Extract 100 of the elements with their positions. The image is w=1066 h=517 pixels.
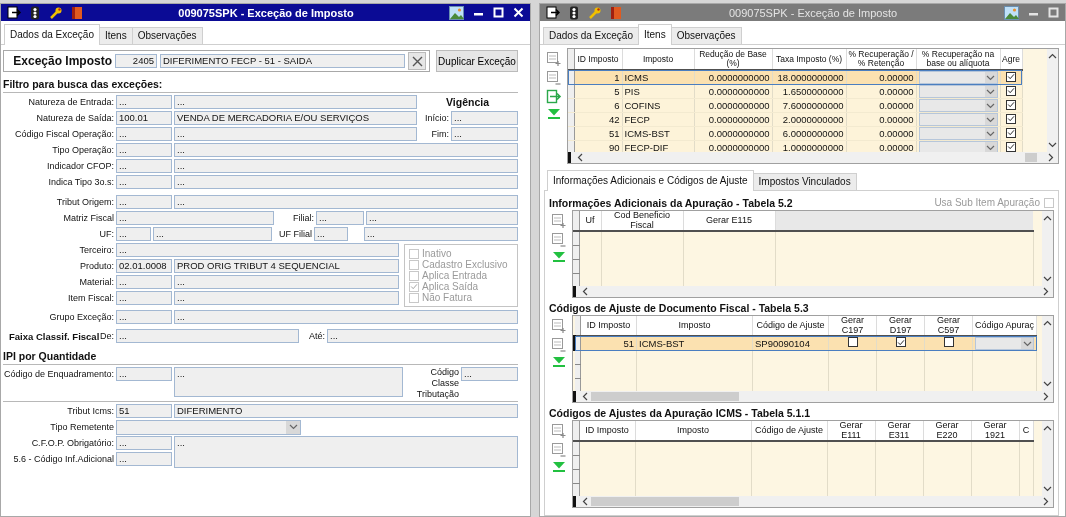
code-field[interactable]: ...	[116, 195, 172, 209]
chevron-right-icon[interactable]	[1043, 497, 1049, 506]
column-header[interactable]: Código de Ajuste	[751, 421, 827, 441]
vertical-scrollbar[interactable]	[1042, 421, 1053, 496]
column-header[interactable]: Imposto	[636, 316, 753, 336]
description-field[interactable]: ...	[174, 127, 417, 141]
text-field[interactable]: ...	[116, 211, 274, 225]
vertical-scrollbar[interactable]	[1042, 316, 1053, 391]
chevron-down-icon[interactable]	[1043, 381, 1052, 387]
description-field[interactable]: ...	[174, 175, 518, 189]
add-row-icon[interactable]	[551, 423, 567, 439]
code-field[interactable]: ...	[116, 127, 172, 141]
tab[interactable]: Informações Adicionais e Códigos de Ajuste	[547, 170, 754, 191]
chevron-left-icon[interactable]	[582, 287, 588, 296]
table-row[interactable]: 1 ICMS 0.0000000000 18.0000000000 0.00000	[568, 70, 1022, 85]
description-field[interactable]: ...	[174, 275, 399, 289]
checkbox[interactable]	[1006, 99, 1016, 110]
tab[interactable]: Observações	[670, 27, 742, 44]
chevron-down-icon[interactable]	[1043, 486, 1052, 492]
description-field[interactable]: ...	[174, 291, 399, 305]
checkbox[interactable]	[1006, 71, 1016, 82]
close-icon[interactable]	[513, 7, 524, 18]
remove-row-icon[interactable]	[551, 337, 567, 353]
code-field[interactable]: ...	[116, 436, 172, 450]
checkbox[interactable]	[1006, 127, 1016, 138]
column-header[interactable]: Gerar D197	[876, 316, 925, 336]
tab[interactable]: Dados da Exceção	[543, 27, 639, 44]
filter-icon[interactable]	[552, 461, 566, 473]
code-field[interactable]: 02.01.0008	[116, 259, 172, 273]
description-field[interactable]: ...	[174, 143, 518, 157]
description-field[interactable]: ...	[364, 227, 518, 241]
description-field[interactable]: ...	[174, 159, 518, 173]
column-header[interactable]: ID Imposto	[574, 49, 622, 70]
checkbox[interactable]	[1006, 141, 1016, 152]
code-field[interactable]: 51	[116, 404, 172, 418]
scrollbar-thumb[interactable]	[591, 497, 739, 506]
chevron-right-icon[interactable]	[1043, 287, 1049, 296]
chevron-down-icon[interactable]	[288, 424, 298, 430]
code-field[interactable]: 100.01	[116, 111, 172, 125]
code-field[interactable]: ...	[116, 227, 151, 241]
vertical-scrollbar[interactable]	[1042, 211, 1053, 286]
column-header[interactable]: Gerar E311	[875, 421, 923, 441]
code-field[interactable]: ...	[116, 175, 172, 189]
column-header[interactable]: Imposto	[635, 421, 751, 441]
chevron-right-icon[interactable]	[1048, 153, 1054, 162]
text-field[interactable]: ...	[327, 329, 518, 343]
column-header[interactable]: Agre	[1000, 49, 1022, 70]
add-row-icon[interactable]	[551, 318, 567, 334]
scrollbar-thumb[interactable]	[591, 392, 739, 401]
code-field[interactable]: 2405	[115, 54, 157, 68]
code-field[interactable]: ...	[116, 291, 172, 305]
code-field[interactable]: ...	[116, 159, 172, 173]
code-field[interactable]: ...	[316, 211, 364, 225]
duplicate-button[interactable]: Duplicar Exceção	[436, 50, 518, 72]
tab[interactable]: Dados da Exceção	[4, 24, 100, 45]
code-field[interactable]: ...	[116, 452, 172, 466]
description-field[interactable]: DIFERIMENTO	[174, 404, 518, 418]
column-header[interactable]: Gerar C197	[828, 316, 877, 336]
code-field[interactable]: ...	[314, 227, 348, 241]
tab[interactable]: Observações	[131, 27, 203, 44]
chevron-left-icon[interactable]	[582, 392, 588, 401]
text-field[interactable]: ...	[461, 367, 518, 381]
chevron-down-icon[interactable]	[1022, 340, 1032, 347]
remove-row-icon[interactable]	[551, 232, 567, 248]
chevron-down-icon[interactable]	[1048, 142, 1057, 148]
traffic-light-icon[interactable]	[29, 5, 41, 20]
filter-icon[interactable]	[552, 356, 566, 368]
checkbox[interactable]	[895, 337, 906, 348]
description-field[interactable]: ...	[174, 95, 417, 109]
remove-row-icon[interactable]	[546, 70, 562, 86]
column-header[interactable]: % Recuperação / % Retenção	[846, 49, 916, 70]
chevron-up-icon[interactable]	[1043, 320, 1052, 326]
book-icon[interactable]	[71, 5, 83, 20]
description-field[interactable]: PROD ORIG TRIBUT 4 SEQUENCIAL	[174, 259, 399, 273]
code-field[interactable]: ...	[116, 275, 172, 289]
landscape-icon[interactable]	[449, 5, 464, 20]
description-field[interactable]: ...	[174, 195, 518, 209]
chevron-left-icon[interactable]	[577, 153, 583, 162]
checkbox[interactable]	[1006, 85, 1016, 96]
description-field[interactable]: ...	[174, 367, 403, 397]
vertical-scrollbar[interactable]	[1047, 49, 1058, 152]
column-header[interactable]: Imposto	[622, 49, 694, 70]
description-field[interactable]: DIFERIMENTO FECP - 51 - SAIDA	[160, 54, 405, 68]
column-header[interactable]: Gerar 1921	[971, 421, 1019, 441]
column-header[interactable]: ID Imposto	[580, 316, 637, 336]
chevron-right-icon[interactable]	[1043, 392, 1049, 401]
horizontal-scrollbar[interactable]	[573, 496, 1053, 507]
add-row-icon[interactable]	[551, 213, 567, 229]
description-field[interactable]: ...	[174, 436, 518, 468]
column-header[interactable]: Cod Beneficio Fiscal	[601, 211, 683, 231]
code-field[interactable]: ...	[116, 310, 172, 324]
description-field[interactable]: ...	[174, 310, 518, 324]
column-header[interactable]: Gerar C597	[924, 316, 973, 336]
table-row[interactable]: 51 ICMS-BST SP90090104	[574, 336, 1037, 351]
tab[interactable]: Itens	[637, 24, 672, 45]
column-header[interactable]: Gerar E220	[923, 421, 971, 441]
column-header[interactable]: Gerar E111	[827, 421, 875, 441]
filter-icon[interactable]	[552, 251, 566, 263]
column-header[interactable]: Taxa Imposto (%)	[772, 49, 846, 70]
checkbox[interactable]	[943, 337, 954, 347]
